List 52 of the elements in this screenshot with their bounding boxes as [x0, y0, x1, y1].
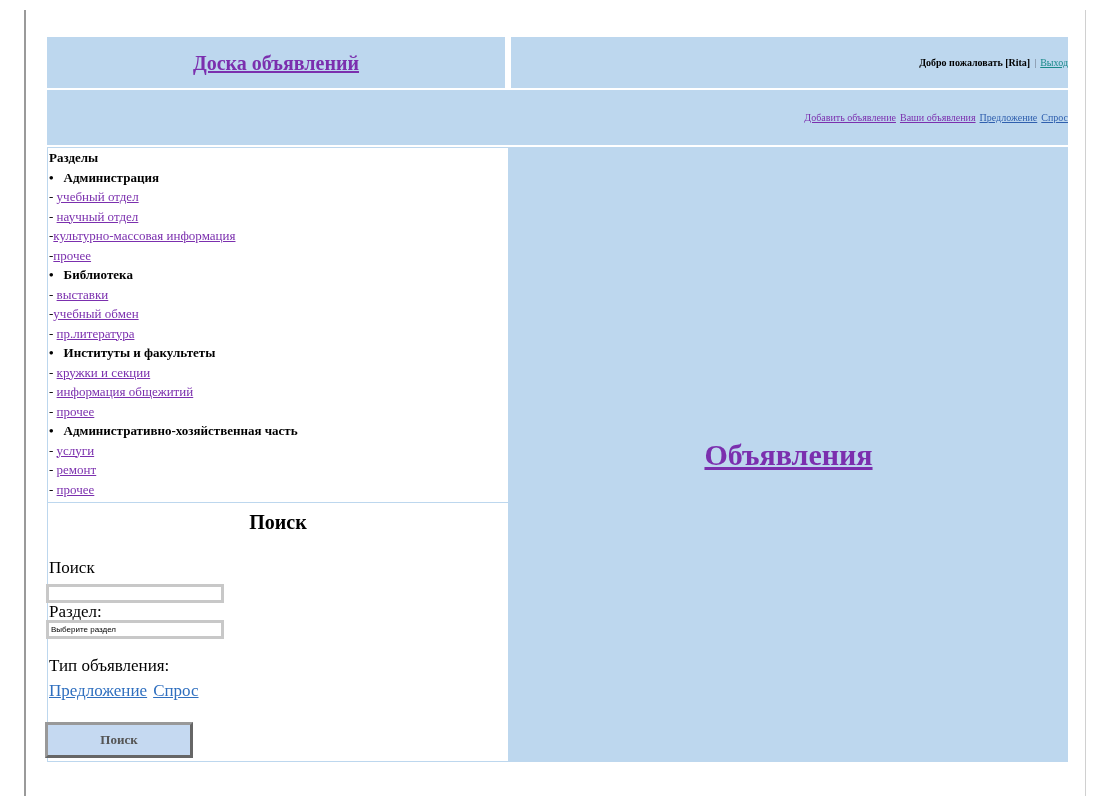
- ad-type-link[interactable]: Спрос: [153, 678, 199, 704]
- dash: -: [49, 246, 54, 265]
- subsection-link[interactable]: ремонт: [56, 460, 97, 480]
- nav-link[interactable]: Спрос: [1041, 110, 1068, 125]
- dash: -: [49, 363, 55, 382]
- separator: |: [1034, 56, 1037, 70]
- search-field[interactable]: [46, 583, 224, 603]
- subsection-link[interactable]: выставки: [56, 284, 109, 304]
- bullet: •: [49, 168, 54, 187]
- dash: -: [49, 285, 55, 304]
- nav-link[interactable]: Ваши объявления: [899, 110, 976, 125]
- bullet: •: [49, 422, 54, 440]
- section-group-label: Библиотека: [63, 266, 133, 284]
- dash: -: [49, 324, 55, 343]
- subsection-link[interactable]: прочее: [56, 479, 95, 499]
- sections-heading: Разделы: [49, 149, 100, 167]
- dash: -: [49, 207, 55, 226]
- section-group-label: Административно-хозяйственная часть: [63, 422, 298, 440]
- ad-type-label: Тип объявления:: [48, 654, 171, 677]
- dash: -: [49, 461, 55, 479]
- search-label: Поиск: [48, 557, 96, 579]
- subsection-link[interactable]: кружки и секции: [56, 362, 151, 382]
- subsection-link[interactable]: учебный отдел: [56, 187, 139, 207]
- bullet: •: [49, 344, 54, 362]
- subsection-link[interactable]: прочее: [56, 401, 95, 421]
- section-select[interactable]: Выберите раздел: [46, 619, 224, 639]
- section-group-label: Администрация: [63, 168, 159, 187]
- section-group-label: Институты и факультеты: [63, 344, 216, 362]
- ads-title-link[interactable]: Объявления: [704, 432, 873, 477]
- dash: -: [49, 188, 55, 206]
- subsection-link[interactable]: учебный обмен: [53, 304, 139, 324]
- board-title-link[interactable]: Доска объявлений: [192, 47, 359, 78]
- dash: -: [49, 402, 55, 421]
- nav-link[interactable]: Предложение: [979, 110, 1038, 125]
- search-button[interactable]: Поиск: [45, 721, 193, 758]
- ad-type-link[interactable]: Предложение: [49, 678, 148, 704]
- dash: -: [49, 480, 55, 499]
- dash: -: [49, 305, 54, 323]
- subsection-link[interactable]: прочее: [53, 245, 92, 265]
- subsection-link[interactable]: пр.литература: [56, 323, 135, 343]
- subsection-link[interactable]: услуги: [56, 440, 95, 460]
- bullet: •: [49, 266, 54, 284]
- welcome-text: Добро пожаловать [Rita]: [919, 56, 1031, 70]
- nav-link[interactable]: Добавить объявление: [804, 110, 896, 125]
- subsection-link[interactable]: научный отдел: [56, 206, 139, 226]
- subsection-link[interactable]: информация общежитий: [56, 382, 194, 402]
- dash: -: [49, 227, 54, 245]
- search-heading: Поиск: [248, 510, 308, 535]
- dash: -: [49, 441, 55, 460]
- subsection-link[interactable]: культурно-массовая информация: [53, 226, 236, 246]
- section-label: Раздел:: [48, 602, 103, 620]
- dash: -: [49, 383, 55, 401]
